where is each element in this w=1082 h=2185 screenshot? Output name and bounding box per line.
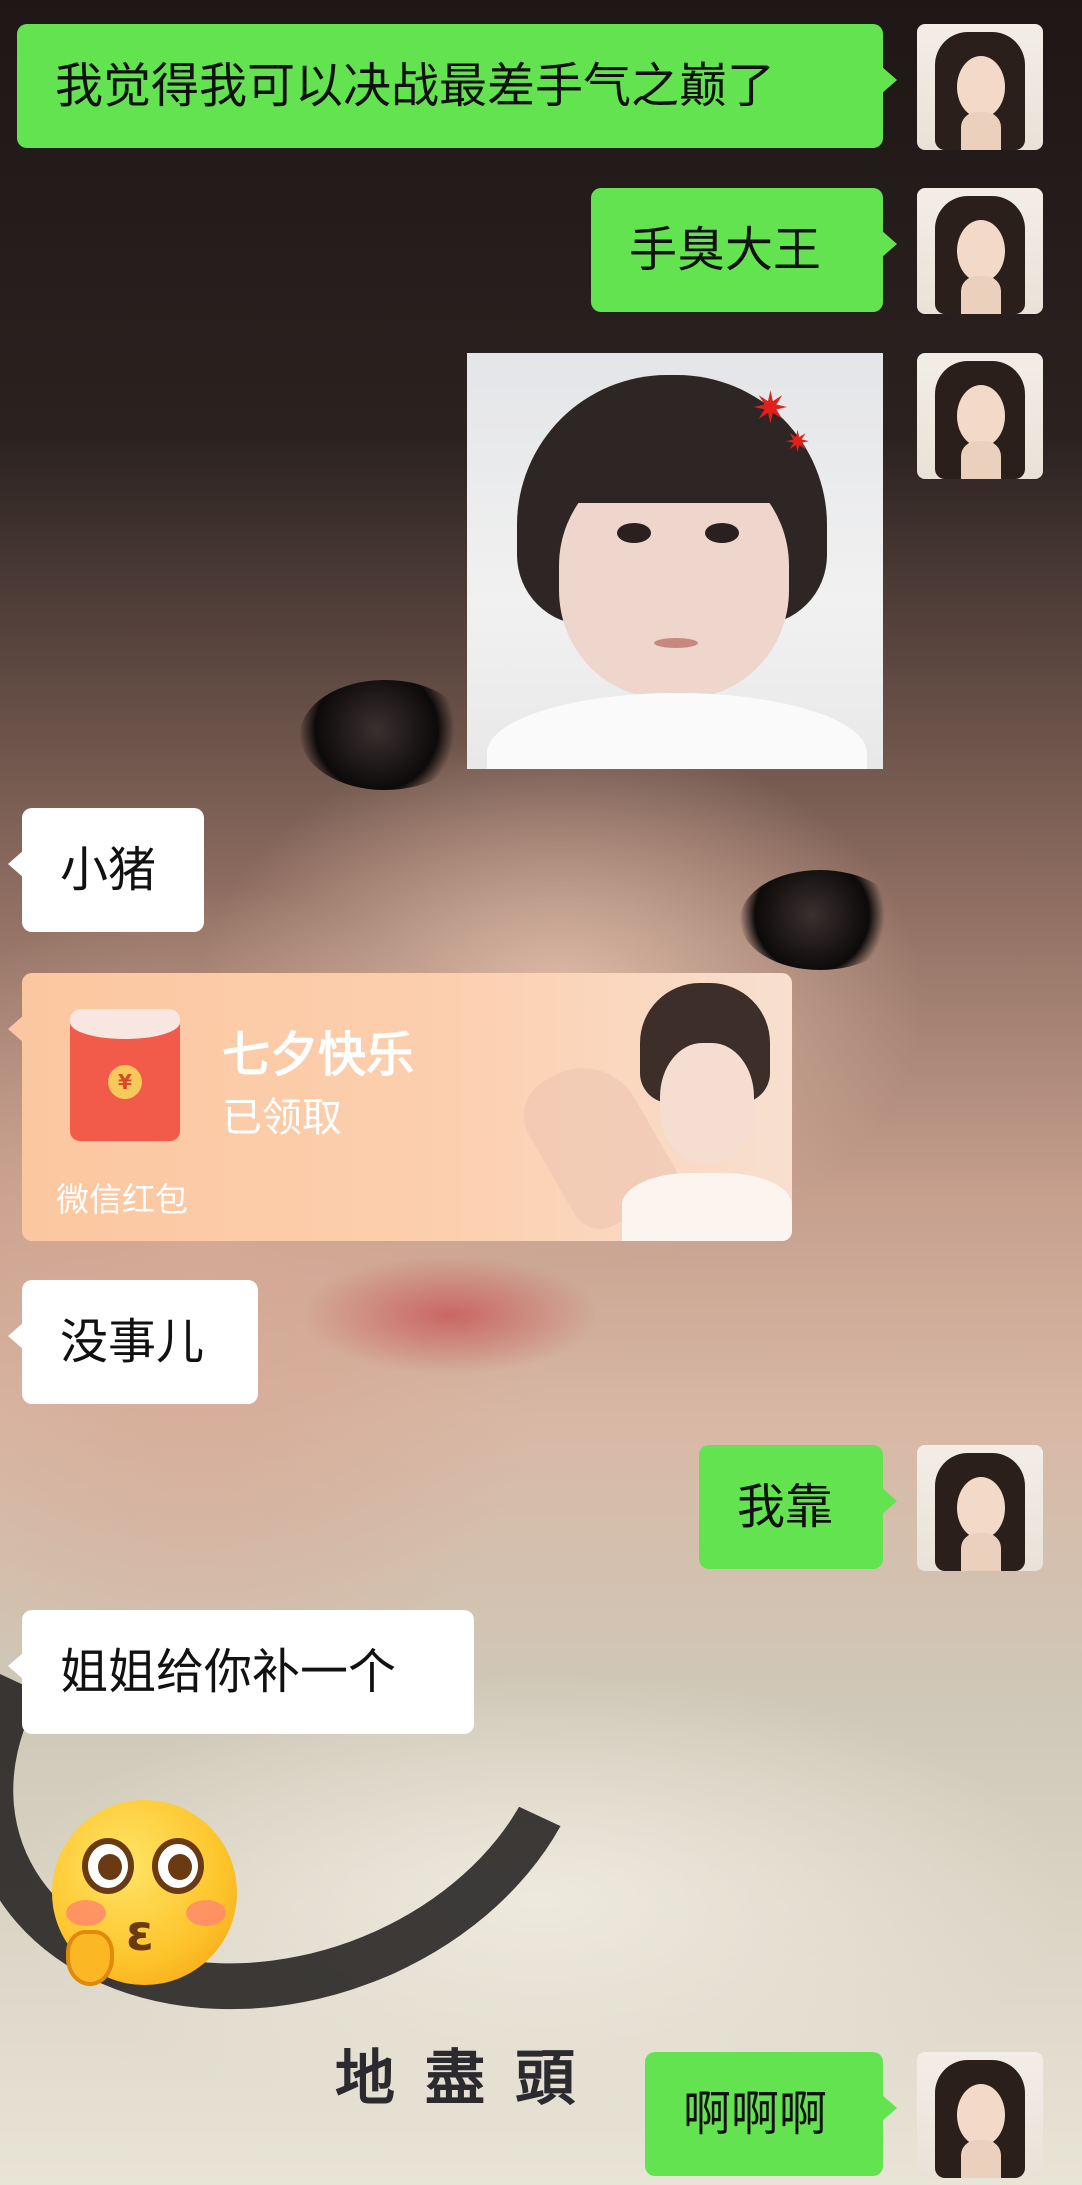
avatar-hands [961, 441, 1001, 479]
avatar-face [957, 220, 1005, 282]
emoji-blush-left [66, 1900, 106, 1926]
avatar-hands [961, 112, 1001, 150]
emoji-blush-right [186, 1900, 226, 1926]
sticker-mouth [654, 638, 698, 648]
red-packet-message[interactable]: ¥ 七夕快乐 已领取 微信红包 [8, 973, 792, 1241]
cover-face [660, 1043, 754, 1163]
my-avatar[interactable] [917, 1445, 1043, 1571]
wallpaper-eye-right [740, 870, 900, 970]
sticker-image-message[interactable]: ✷ ✷ [467, 353, 883, 769]
sticker-shirt [487, 693, 867, 769]
emoji-pupil [98, 1854, 122, 1880]
message-bubble-outgoing[interactable]: 手臭大王 [591, 188, 897, 312]
cover-shirt [622, 1173, 792, 1241]
red-packet-cover-image [522, 973, 792, 1241]
anger-mark-icon: ✷ [752, 383, 789, 434]
message-bubble-incoming[interactable]: 没事儿 [8, 1280, 258, 1404]
my-avatar[interactable] [917, 2052, 1043, 2178]
emoji-pupil [168, 1854, 192, 1880]
emoji-mouth: ε [126, 1904, 154, 1962]
red-envelope-icon: ¥ [70, 1009, 180, 1141]
message-bubble-outgoing[interactable]: 我觉得我可以决战最差手气之巅了 [17, 24, 897, 148]
sticker-eye-left [617, 523, 651, 543]
message-bubble-incoming[interactable]: 小猪 [8, 808, 204, 932]
red-packet-label: 微信红包 [56, 1180, 188, 1219]
avatar-face [957, 2084, 1005, 2146]
avatar-face [957, 385, 1005, 447]
anger-mark-icon: ✷ [785, 425, 811, 460]
avatar-hands [961, 1533, 1001, 1571]
my-avatar[interactable] [917, 24, 1043, 150]
message-bubble-outgoing[interactable]: 我靠 [699, 1445, 897, 1569]
wallpaper-lips [300, 1255, 600, 1375]
my-avatar[interactable] [917, 353, 1043, 479]
avatar-hands [961, 2140, 1001, 2178]
avatar-hands [961, 276, 1001, 314]
message-bubble-incoming[interactable]: 姐姐给你补一个 [8, 1610, 474, 1734]
envelope-flap [70, 1009, 180, 1039]
message-bubble-outgoing[interactable]: 啊啊啊 [645, 2052, 897, 2176]
red-packet-title: 七夕快乐 [222, 1027, 415, 1083]
emoji-eye-left [82, 1838, 134, 1894]
emoji-sticker-message[interactable]: ε [52, 1800, 242, 1990]
red-packet-status: 已领取 [222, 1095, 342, 1141]
wallpaper-eye-left [300, 680, 470, 790]
coin-icon: ¥ [108, 1065, 142, 1099]
wallpaper-caption: 地盡頭 [335, 2044, 605, 2114]
emoji-eye-right [152, 1838, 204, 1894]
my-avatar[interactable] [917, 188, 1043, 314]
emoji-hand [66, 1930, 114, 1986]
wallpaper-collar [0, 1405, 667, 2095]
avatar-face [957, 1477, 1005, 1539]
avatar-face [957, 56, 1005, 118]
sticker-eye-right [705, 523, 739, 543]
